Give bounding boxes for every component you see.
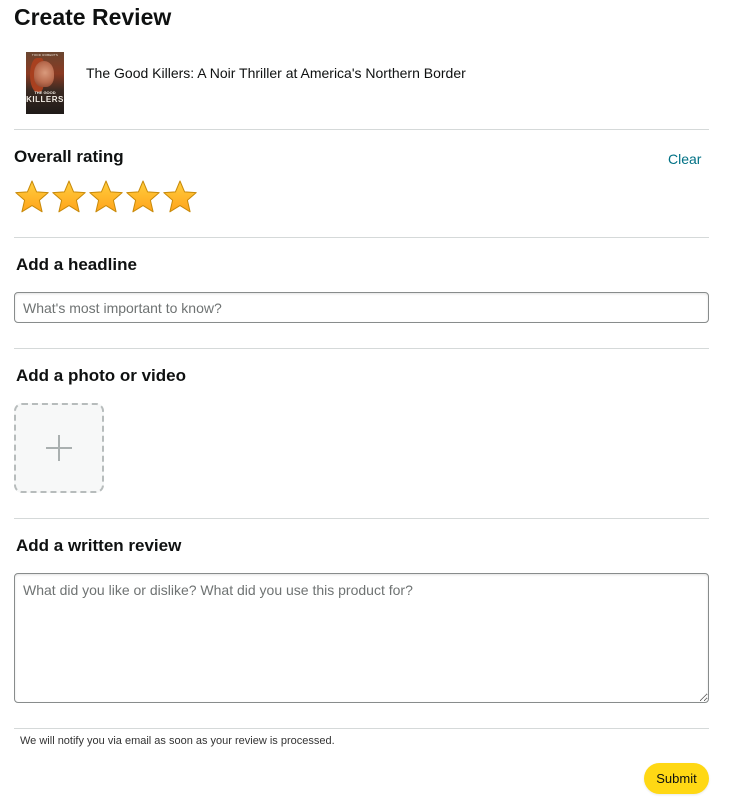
star-3-icon[interactable] [88, 179, 124, 215]
headline-heading: Add a headline [16, 255, 137, 274]
review-textarea[interactable] [14, 573, 709, 703]
divider [14, 129, 709, 130]
divider [14, 237, 709, 238]
media-heading: Add a photo or video [16, 366, 186, 385]
star-4-icon[interactable] [125, 179, 161, 215]
notification-notice: We will notify you via email as soon as … [20, 735, 335, 747]
page-title: Create Review [14, 4, 172, 30]
clear-rating-link[interactable]: Clear [668, 150, 701, 168]
add-media-button[interactable] [14, 403, 104, 493]
headline-input[interactable] [14, 292, 709, 323]
submit-button[interactable]: Submit [644, 763, 709, 794]
divider [14, 518, 709, 519]
star-rating [14, 179, 199, 215]
star-5-icon[interactable] [162, 179, 198, 215]
star-1-icon[interactable] [14, 179, 50, 215]
overall-rating-heading: Overall rating [14, 147, 124, 166]
star-2-icon[interactable] [51, 179, 87, 215]
product-cover-image: TODD ROBERTS THE GOOD KILLERS [26, 52, 64, 114]
cover-title-line2: KILLERS [26, 95, 64, 104]
cover-face [34, 61, 54, 87]
product-title: The Good Killers: A Noir Thriller at Ame… [86, 65, 466, 81]
plus-icon [46, 435, 72, 461]
written-review-heading: Add a written review [16, 536, 182, 555]
divider [14, 348, 709, 349]
cover-author: TODD ROBERTS [31, 53, 59, 57]
divider [14, 728, 709, 729]
